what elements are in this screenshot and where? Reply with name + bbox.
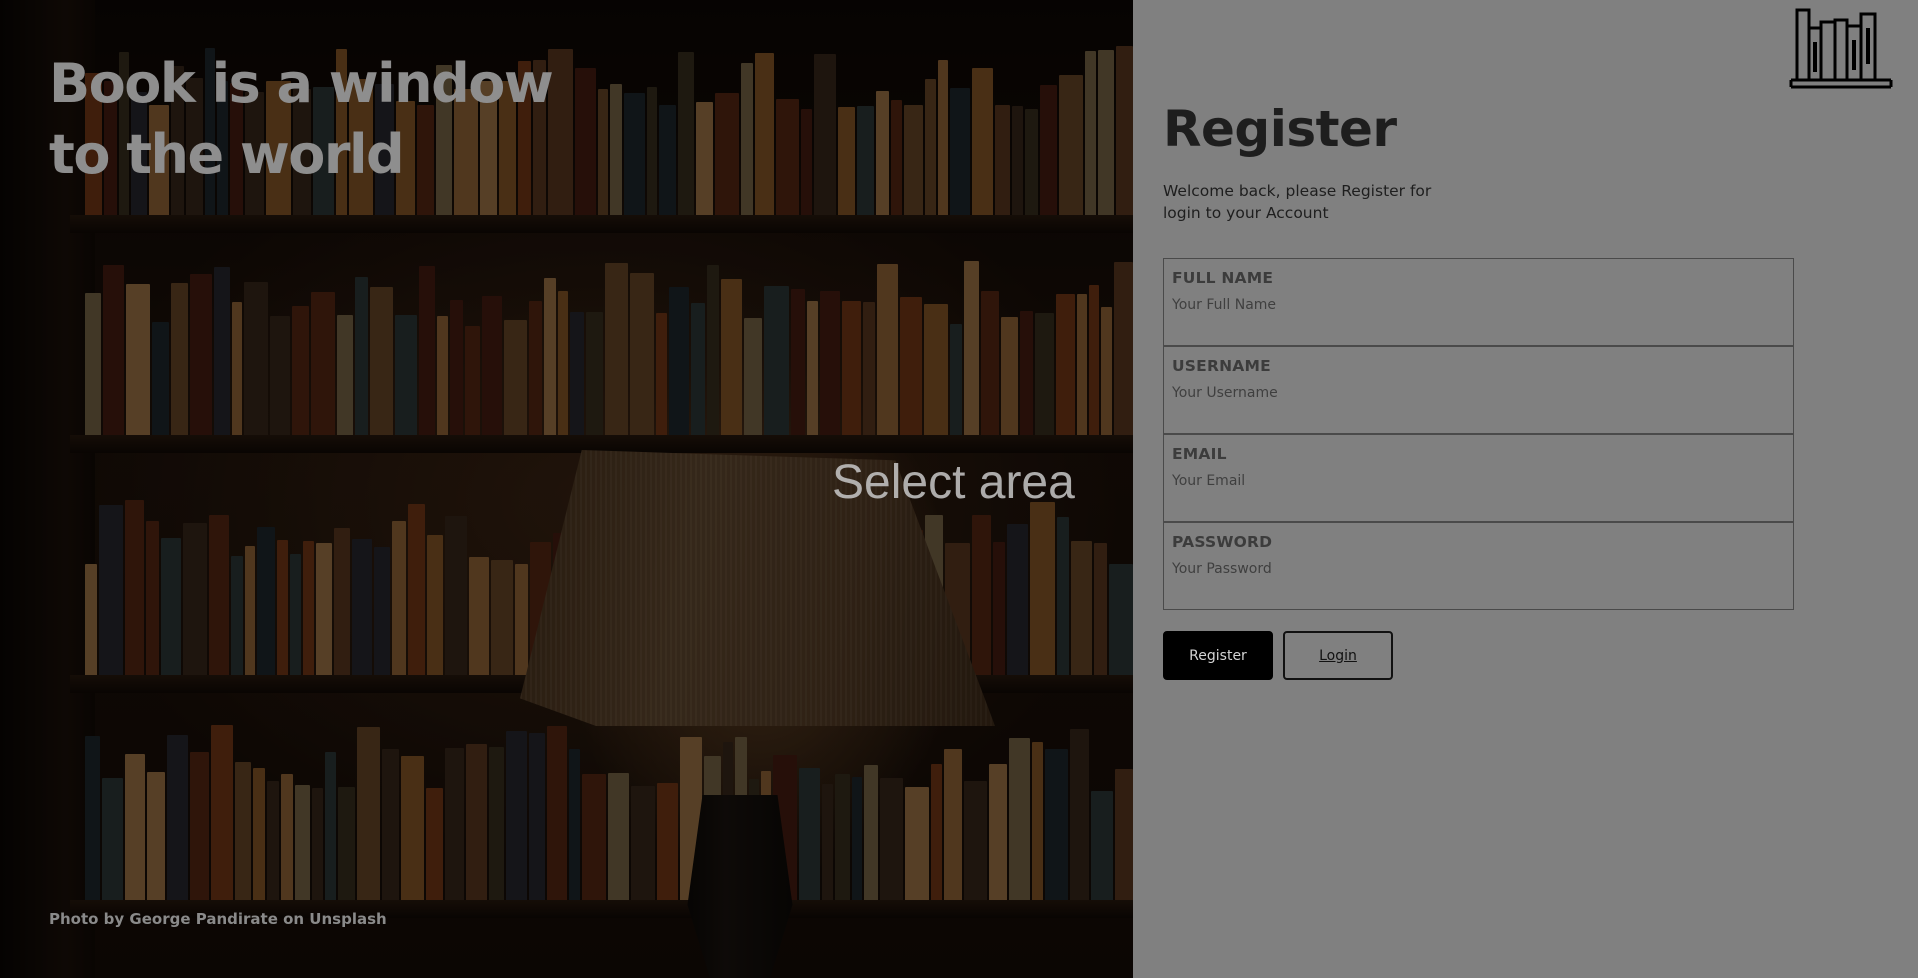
full-name-input[interactable] bbox=[1172, 297, 1785, 313]
full-name-label: FULL NAME bbox=[1172, 269, 1274, 287]
username-label: USERNAME bbox=[1172, 357, 1271, 375]
register-page: Book is a window to the world Select are… bbox=[0, 0, 1918, 978]
email-input[interactable] bbox=[1172, 473, 1785, 489]
password-input[interactable] bbox=[1172, 561, 1785, 577]
password-label: PASSWORD bbox=[1172, 533, 1273, 551]
full-name-field[interactable]: FULL NAME bbox=[1163, 258, 1794, 346]
username-input[interactable] bbox=[1172, 385, 1785, 401]
email-label: EMAIL bbox=[1172, 445, 1227, 463]
register-form: FULL NAME USERNAME EMAIL PASSWORD bbox=[1163, 258, 1794, 610]
register-panel: Register Welcome back, please Register f… bbox=[1133, 0, 1918, 978]
form-actions: Register Login bbox=[1163, 631, 1393, 680]
page-title: Register bbox=[1163, 100, 1397, 158]
username-field[interactable]: USERNAME bbox=[1163, 346, 1794, 434]
password-field[interactable]: PASSWORD bbox=[1163, 522, 1794, 610]
bookshelf-icon bbox=[1789, 8, 1893, 94]
hero-section: Book is a window to the world Select are… bbox=[0, 0, 1133, 978]
select-area-overlay: Select area bbox=[832, 456, 1075, 509]
hero-title: Book is a window to the world bbox=[49, 52, 554, 186]
register-button[interactable]: Register bbox=[1163, 631, 1273, 680]
photo-credit: Photo by George Pandirate on Unsplash bbox=[49, 910, 387, 928]
page-subtitle: Welcome back, please Register for login … bbox=[1163, 181, 1432, 222]
email-field[interactable]: EMAIL bbox=[1163, 434, 1794, 522]
login-button[interactable]: Login bbox=[1283, 631, 1393, 680]
